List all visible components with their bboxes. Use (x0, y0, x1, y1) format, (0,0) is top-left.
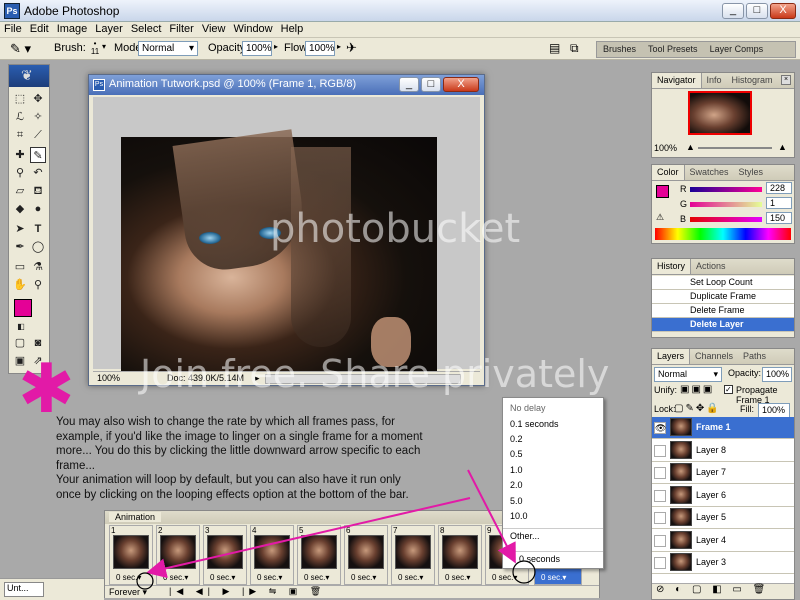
arrow-to-delay (467, 469, 516, 564)
tutorial-arrows (136, 469, 536, 590)
highlight-circle-loop (136, 572, 154, 590)
taskbar-document-button[interactable]: Unt... (4, 582, 44, 597)
highlight-circle-delay (512, 560, 536, 584)
arrow-to-loop (146, 497, 471, 579)
taskbar: Unt... (0, 578, 104, 600)
